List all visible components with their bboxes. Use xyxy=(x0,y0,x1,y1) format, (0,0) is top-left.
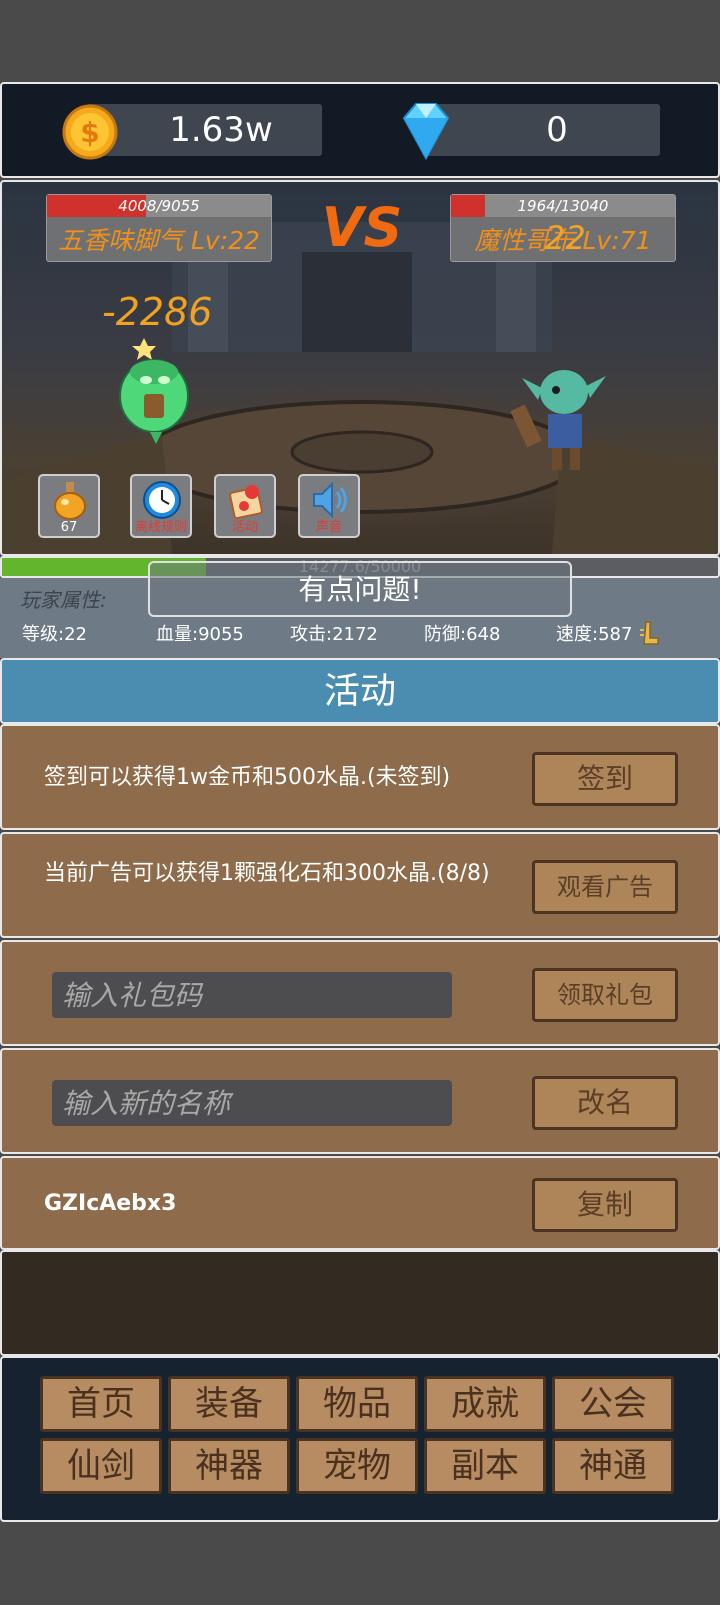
player-hp-panel: 4008/9055 五香味脚气 Lv:22 xyxy=(46,194,272,262)
attr-speed: 速度:587 xyxy=(556,624,633,645)
player-name: 五香味脚气 Lv:22 xyxy=(58,226,260,255)
gold-box: 1.63w xyxy=(86,104,322,156)
gold-coin-icon: $ xyxy=(62,104,118,160)
gift-code-input[interactable] xyxy=(52,972,452,1018)
sound-button[interactable]: 声音 xyxy=(298,474,360,538)
clock-icon xyxy=(143,481,181,519)
player-id: GZIcAebx3 xyxy=(44,1191,177,1216)
gem-amount: 0 xyxy=(546,110,568,150)
nav-achievements[interactable]: 成就 xyxy=(424,1376,546,1432)
player-id-row: GZIcAebx3 复制 xyxy=(0,1156,720,1250)
diamond-icon xyxy=(402,103,450,161)
speaker-icon xyxy=(313,481,347,519)
attributes-title: 玩家属性: xyxy=(20,588,107,612)
potion-icon xyxy=(54,482,86,520)
vs-label: VS xyxy=(321,196,403,259)
speed-boots-icon xyxy=(640,621,659,645)
enemy-hp-panel: 1964/13040 魔性哥布 Lv:71 22 xyxy=(450,194,676,262)
potion-count: 67 xyxy=(60,520,78,535)
svg-text:$: $ xyxy=(80,116,99,149)
copy-button[interactable]: 复制 xyxy=(532,1178,678,1232)
enemy-goblin xyxy=(510,370,606,470)
gift-icon xyxy=(229,485,263,520)
player-hp-text: 4008/9055 xyxy=(118,197,200,215)
watch-ad-button[interactable]: 观看广告 xyxy=(532,860,678,914)
signin-text: 签到可以获得1w金币和500水晶.(未签到) xyxy=(44,765,451,790)
attr-attack: 攻击:2172 xyxy=(290,624,378,645)
attr-level: 等级:22 xyxy=(22,624,87,645)
activity-button-label: 活动 xyxy=(231,520,258,535)
signin-button[interactable]: 签到 xyxy=(532,752,678,806)
rename-row: 改名 xyxy=(0,1048,720,1154)
gold-amount: 1.63w xyxy=(169,110,273,150)
nav-equipment[interactable]: 装备 xyxy=(168,1376,290,1432)
nav-home[interactable]: 首页 xyxy=(40,1376,162,1432)
nav-pets[interactable]: 宠物 xyxy=(296,1438,418,1494)
nav-powers[interactable]: 神通 xyxy=(552,1438,674,1494)
redeem-gift-button[interactable]: 领取礼包 xyxy=(532,968,678,1022)
battle-scene: 4008/9055 五香味脚气 Lv:22 VS 1964/13040 魔性哥布… xyxy=(0,180,720,556)
nav-immortal-sword[interactable]: 仙剑 xyxy=(40,1438,162,1494)
rename-button[interactable]: 改名 xyxy=(532,1076,678,1130)
damage-text: -2286 xyxy=(102,290,213,334)
nav-dungeon[interactable]: 副本 xyxy=(424,1438,546,1494)
currency-bar: 1.63w $ 0 xyxy=(0,82,720,178)
offline-rules-button[interactable]: 离线规则 xyxy=(130,474,192,538)
nav-guild[interactable]: 公会 xyxy=(552,1376,674,1432)
ad-row: 当前广告可以获得1颗强化石和300水晶.(8/8) 观看广告 xyxy=(0,832,720,938)
enemy-damage-number: 22 xyxy=(545,219,586,257)
bottom-nav: 首页 装备 物品 成就 公会 仙剑 神器 宠物 副本 神通 xyxy=(0,1356,720,1522)
offline-rules-label: 离线规则 xyxy=(134,520,187,535)
enemy-hp-text: 1964/13040 xyxy=(517,197,609,215)
player-character xyxy=(119,338,189,444)
activity-header: 活动 xyxy=(0,658,720,724)
nav-items[interactable]: 物品 xyxy=(296,1376,418,1432)
potion-button[interactable]: 67 xyxy=(38,474,100,538)
rename-input[interactable] xyxy=(52,1080,452,1126)
gift-code-row: 领取礼包 xyxy=(0,940,720,1046)
attr-defense: 防御:648 xyxy=(424,624,501,645)
attr-hp: 血量:9055 xyxy=(156,624,244,645)
signin-row: 签到可以获得1w金币和500水晶.(未签到) 签到 xyxy=(0,724,720,830)
ad-text: 当前广告可以获得1颗强化石和300水晶.(8/8) xyxy=(44,861,490,886)
activity-button[interactable]: 活动 xyxy=(214,474,276,538)
sound-label: 声音 xyxy=(315,520,342,535)
empty-panel xyxy=(0,1250,720,1356)
toast-message: 有点问题! xyxy=(148,561,572,617)
nav-artifact[interactable]: 神器 xyxy=(168,1438,290,1494)
